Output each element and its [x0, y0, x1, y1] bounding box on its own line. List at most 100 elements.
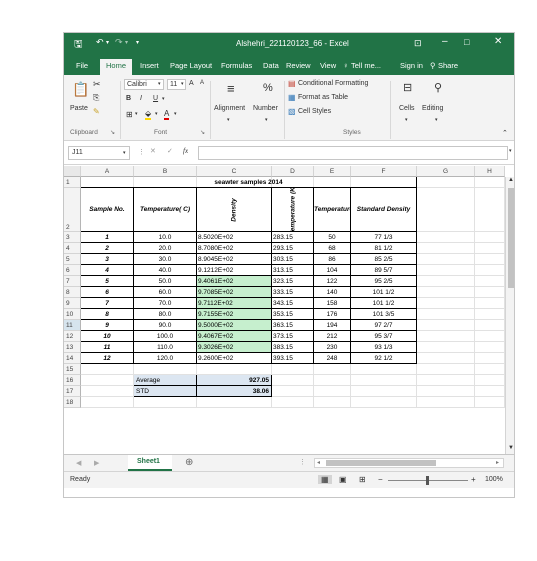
conditional-formatting-icon[interactable]: ▤: [288, 79, 296, 88]
empty-cell[interactable]: [314, 386, 351, 397]
row-header-15[interactable]: 15: [64, 364, 81, 375]
worksheet-grid[interactable]: ABCDEFGH 1 2 3 4 5 6 7 8 9 10 11 12 13 14 15 16 17 18 sea…: [64, 166, 514, 454]
cell-styles-button[interactable]: Cell Styles: [298, 108, 331, 115]
empty-cell[interactable]: [272, 397, 314, 408]
cell-temperature-c[interactable]: 90.0: [134, 320, 197, 331]
cell-standard-density[interactable]: 97 2/7: [351, 320, 417, 331]
row-header-5[interactable]: 5: [64, 254, 81, 265]
font-launcher-icon[interactable]: ↘: [200, 129, 205, 136]
tab-view[interactable]: View: [320, 61, 336, 70]
zoom-slider[interactable]: [388, 476, 468, 485]
cell-sample-no[interactable]: 8: [81, 309, 134, 320]
empty-cell[interactable]: [351, 375, 417, 386]
empty-cell[interactable]: [351, 397, 417, 408]
shrink-font-button[interactable]: A: [200, 80, 204, 86]
editing-button[interactable]: Editing: [422, 105, 443, 112]
empty-cell[interactable]: [417, 287, 475, 298]
cell-temperature-f[interactable]: 212: [314, 331, 351, 342]
empty-cell[interactable]: [475, 232, 505, 243]
cell-temperature-k[interactable]: 283.15: [272, 232, 314, 243]
empty-cell[interactable]: [351, 386, 417, 397]
cell-temperature-c[interactable]: 30.0: [134, 254, 197, 265]
row-header-14[interactable]: 14: [64, 353, 81, 364]
zoom-slider-thumb[interactable]: [426, 476, 429, 485]
cancel-icon[interactable]: ✕: [150, 147, 156, 155]
alignment-button[interactable]: Alignment: [214, 105, 245, 112]
empty-cell[interactable]: [417, 276, 475, 287]
add-sheet-button[interactable]: ⊕: [185, 457, 193, 468]
cell-temperature-f[interactable]: 230: [314, 342, 351, 353]
empty-cell[interactable]: [417, 265, 475, 276]
scroll-thumb[interactable]: [326, 460, 436, 466]
cell-sample-no[interactable]: 10: [81, 331, 134, 342]
row-header-13[interactable]: 13: [64, 342, 81, 353]
row-header-4[interactable]: 4: [64, 243, 81, 254]
empty-cell[interactable]: [475, 331, 505, 342]
cell-temperature-f[interactable]: 158: [314, 298, 351, 309]
cell-temperature-f[interactable]: 86: [314, 254, 351, 265]
cell-temperature-c[interactable]: 10.0: [134, 232, 197, 243]
tab-file[interactable]: File: [76, 61, 88, 70]
cell-temperature-c[interactable]: 40.0: [134, 265, 197, 276]
cell-temperature-f[interactable]: 50: [314, 232, 351, 243]
empty-cell[interactable]: [417, 254, 475, 265]
cell-standard-density[interactable]: 95 2/5: [351, 276, 417, 287]
empty-cell[interactable]: [417, 364, 475, 375]
row-header-8[interactable]: 8: [64, 287, 81, 298]
vertical-scrollbar[interactable]: ▲ ▼: [505, 177, 514, 454]
scroll-thumb[interactable]: [508, 188, 514, 288]
cell-density[interactable]: 9.4061E+02: [197, 276, 272, 287]
summary-label[interactable]: Average: [134, 375, 197, 386]
empty-cell[interactable]: [475, 243, 505, 254]
cell-temperature-f[interactable]: 122: [314, 276, 351, 287]
cell-temperature-f[interactable]: 104: [314, 265, 351, 276]
name-box[interactable]: J11 ▾: [68, 146, 130, 160]
cell-temperature-f[interactable]: 68: [314, 243, 351, 254]
empty-cell[interactable]: [475, 177, 505, 188]
fill-color-icon[interactable]: ⬙: [145, 110, 152, 120]
tell-me-search[interactable]: Tell me...: [351, 61, 381, 70]
empty-cell[interactable]: [197, 397, 272, 408]
cell-density[interactable]: 8.7080E+02: [197, 243, 272, 254]
page-layout-view-icon[interactable]: ▣: [339, 475, 347, 484]
zoom-level[interactable]: 100%: [485, 476, 503, 483]
cell-density[interactable]: 9.4067E+02: [197, 331, 272, 342]
empty-cell[interactable]: [475, 342, 505, 353]
scroll-right-icon[interactable]: ▸: [496, 459, 499, 466]
cell-standard-density[interactable]: 85 2/5: [351, 254, 417, 265]
row-header-6[interactable]: 6: [64, 265, 81, 276]
empty-cell[interactable]: [475, 254, 505, 265]
cell-standard-density[interactable]: 89 5/7: [351, 265, 417, 276]
column-header-f[interactable]: F: [351, 166, 417, 177]
cell-sample-no[interactable]: 11: [81, 342, 134, 353]
empty-cell[interactable]: [417, 320, 475, 331]
empty-cell[interactable]: [134, 364, 197, 375]
empty-cell[interactable]: [272, 386, 314, 397]
scroll-left-icon[interactable]: ◂: [317, 459, 320, 466]
share-button[interactable]: Share: [438, 61, 458, 70]
empty-cell[interactable]: [475, 188, 505, 232]
cell-standard-density[interactable]: 93 1/3: [351, 342, 417, 353]
cell-sample-no[interactable]: 3: [81, 254, 134, 265]
font-color-icon[interactable]: A: [164, 110, 170, 120]
copy-icon[interactable]: ⎘: [93, 93, 99, 103]
empty-cell[interactable]: [351, 364, 417, 375]
empty-cell[interactable]: [417, 386, 475, 397]
chevron-down-icon[interactable]: ▾: [155, 111, 158, 117]
empty-cell[interactable]: [417, 188, 475, 232]
cell-temperature-k[interactable]: 363.15: [272, 320, 314, 331]
column-header-a[interactable]: A: [81, 166, 134, 177]
cell-sample-no[interactable]: 6: [81, 287, 134, 298]
cell-temperature-c[interactable]: 80.0: [134, 309, 197, 320]
paste-icon[interactable]: 📋: [72, 81, 89, 98]
cell-density[interactable]: 9.3026E+02: [197, 342, 272, 353]
bold-button[interactable]: B: [126, 95, 131, 102]
empty-cell[interactable]: [81, 386, 134, 397]
empty-cell[interactable]: [417, 243, 475, 254]
cell-temperature-c[interactable]: 120.0: [134, 353, 197, 364]
row-header-3[interactable]: 3: [64, 232, 81, 243]
cell-standard-density[interactable]: 101 3/5: [351, 309, 417, 320]
cell-temperature-c[interactable]: 20.0: [134, 243, 197, 254]
cell-temperature-c[interactable]: 100.0: [134, 331, 197, 342]
horizontal-scrollbar[interactable]: ◂ ▸: [314, 458, 504, 468]
